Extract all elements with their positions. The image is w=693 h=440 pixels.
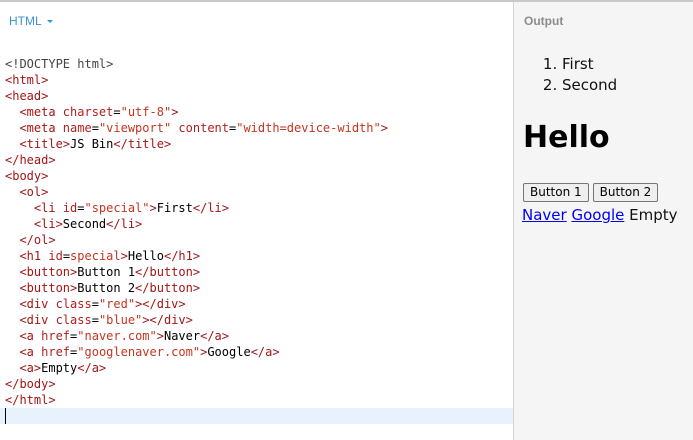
code-line: <head> xyxy=(5,89,49,103)
button-2[interactable]: Button 2 xyxy=(592,183,659,202)
code-line: <meta name="viewport" content="width=dev… xyxy=(5,121,388,135)
naver-link[interactable]: Naver xyxy=(522,206,567,224)
code-line: </body> xyxy=(5,377,56,391)
code-line: <a href="naver.com">Naver</a> xyxy=(5,329,230,343)
code-line: <meta charset="utf-8"> xyxy=(5,105,179,119)
code-line: </ol> xyxy=(5,233,56,247)
code-line: <div class="blue"></div> xyxy=(5,313,193,327)
output-buttons: Button 1 Button 2 xyxy=(523,183,659,202)
code-line: <button>Button 1</button> xyxy=(5,265,201,279)
output-links: Naver Google Empty xyxy=(522,206,678,224)
code-line: <!DOCTYPE html> xyxy=(5,57,114,71)
code-line: <li id="special">First</li> xyxy=(5,201,229,215)
output-ordered-list: First Second xyxy=(524,54,617,96)
output-title: Output xyxy=(524,14,564,28)
output-pane: Output First Second Hello Button 1 Butto… xyxy=(514,2,693,440)
text-cursor xyxy=(5,408,6,424)
code-line: <html> xyxy=(5,73,49,87)
code-line: </head> xyxy=(5,153,56,167)
language-label: HTML xyxy=(9,14,42,28)
language-dropdown[interactable]: HTML xyxy=(9,14,53,28)
output-heading: Hello xyxy=(523,120,610,155)
google-link[interactable]: Google xyxy=(571,206,624,224)
empty-link: Empty xyxy=(629,206,678,224)
code-line: <div class="red"></div> xyxy=(5,297,186,311)
html-editor-pane[interactable]: HTML <!DOCTYPE html> <html> <head> <meta c… xyxy=(0,2,513,440)
list-item: First xyxy=(562,54,617,75)
chevron-down-icon xyxy=(46,20,53,23)
code-line: <title>JS Bin</title> xyxy=(5,137,172,151)
code-line: <ol> xyxy=(5,185,49,199)
code-line: <li>Second</li> xyxy=(5,217,143,231)
button-1[interactable]: Button 1 xyxy=(523,183,589,202)
code-line: </html> xyxy=(5,393,56,407)
list-item: Second xyxy=(562,75,617,96)
code-line: <h1 id=special>Hello</h1> xyxy=(5,249,201,263)
code-line: <a href="googlenaver.com">Google</a> xyxy=(5,345,280,359)
code-line: <body> xyxy=(5,169,49,183)
code-line: <button>Button 2</button> xyxy=(5,281,201,295)
active-line-highlight xyxy=(0,408,513,424)
code-area[interactable]: <!DOCTYPE html> <html> <head> <meta charse… xyxy=(5,56,388,408)
code-line: <a>Empty</a> xyxy=(5,361,107,375)
